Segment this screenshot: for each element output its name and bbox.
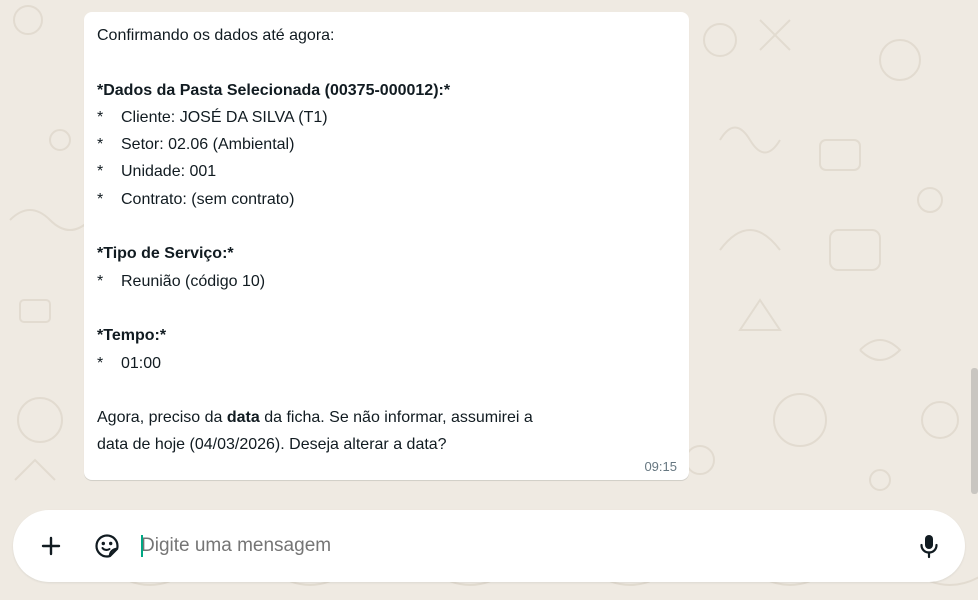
service-type: Reunião (código 10) [121, 272, 266, 290]
message-bubble: Confirmando os dados até agora: *Dados d… [84, 12, 689, 480]
closing-line-1: Agora, preciso da data da ficha. Se não … [97, 404, 677, 431]
closing-text-b: da ficha. Se não informar, assumirei a [259, 409, 533, 427]
bullet-symbol: * [97, 136, 104, 154]
closing-line-2: data de hoje (04/03/2026). Deseja altera… [97, 436, 447, 454]
bullet-symbol: * [97, 108, 104, 126]
bullet-symbol: * [97, 190, 104, 208]
message-timestamp: 09:15 [644, 459, 677, 474]
microphone-icon [920, 535, 938, 559]
folder-contract: Contrato: (sem contrato) [121, 190, 295, 208]
closing-text-a: Agora, preciso da [97, 409, 227, 427]
message-intro: Confirmando os dados até agora: [97, 27, 335, 44]
chat-scrollbar[interactable] [971, 368, 978, 494]
list-item: * Unidade: 001 [97, 158, 677, 185]
bullet-symbol: * [97, 163, 104, 181]
list-item: * Cliente: JOSÉ DA SILVA (T1) [97, 104, 677, 131]
list-item: * Reunião (código 10) [97, 268, 677, 295]
list-item: * 01:00 [97, 350, 677, 377]
text-caret [141, 535, 143, 557]
message-composer [13, 510, 965, 582]
list-item: * Setor: 02.06 (Ambiental) [97, 131, 677, 158]
bullet-symbol: * [97, 354, 104, 372]
closing-bold-word: data [226, 409, 260, 427]
list-item: * Contrato: (sem contrato) [97, 186, 677, 213]
sticker-button[interactable] [89, 528, 125, 564]
service-heading: *Tipo de Serviço:* [97, 245, 234, 263]
time-heading: *Tempo:* [97, 327, 167, 345]
plus-icon [41, 536, 61, 556]
folder-client: Cliente: JOSÉ DA SILVA (T1) [121, 108, 328, 126]
attach-button[interactable] [33, 528, 69, 564]
bullet-symbol: * [97, 272, 104, 290]
folder-sector: Setor: 02.06 (Ambiental) [121, 136, 295, 154]
folder-unit: Unidade: 001 [121, 163, 217, 181]
message-input[interactable] [141, 532, 881, 560]
time-value: 01:00 [121, 354, 162, 372]
folder-heading: *Dados da Pasta Selecionada (00375-00001… [97, 81, 451, 99]
voice-message-button[interactable] [911, 528, 947, 564]
sticker-icon [95, 534, 119, 558]
